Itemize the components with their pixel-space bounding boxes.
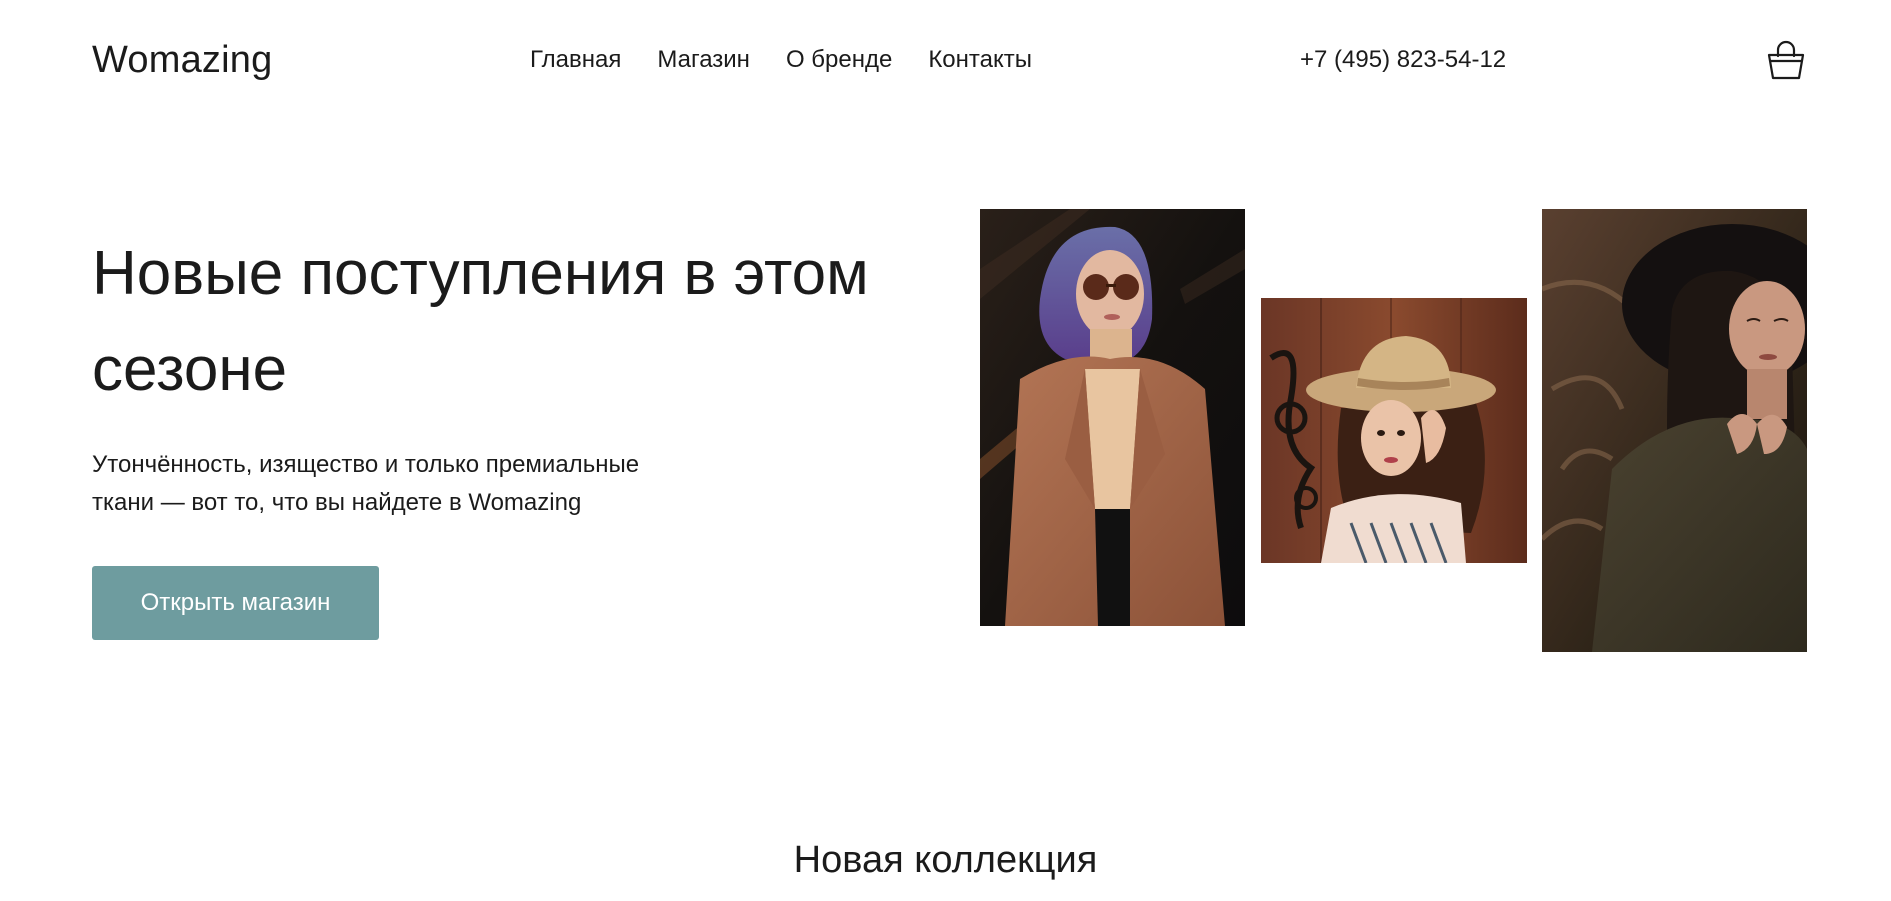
hero-photo-black-hat	[1542, 209, 1807, 652]
shopping-bag-icon	[1767, 40, 1805, 80]
main-nav: Главная Магазин О бренде Контакты	[530, 44, 1032, 76]
hero-title: Новые поступления в этом сезоне	[92, 239, 869, 404]
nav-item-about[interactable]: О бренде	[786, 44, 892, 76]
phone-number[interactable]: +7 (495) 823-54-12	[1300, 44, 1506, 76]
logo[interactable]: Womazing	[92, 38, 272, 82]
cart-button[interactable]	[1766, 38, 1806, 82]
hero-description: Утончённость, изящество и только премиал…	[92, 451, 640, 516]
open-shop-button[interactable]: Открыть магазин	[92, 566, 379, 640]
nav-item-contacts[interactable]: Контакты	[928, 44, 1032, 76]
page: Womazing Главная Магазин О бренде Контак…	[0, 0, 1891, 901]
section-title-new-collection: Новая коллекция	[793, 839, 1098, 881]
nav-item-home[interactable]: Главная	[530, 44, 621, 76]
hero-photo-coat	[980, 209, 1245, 626]
nav-item-shop[interactable]: Магазин	[657, 44, 750, 76]
hero-photo-hat	[1261, 298, 1527, 563]
